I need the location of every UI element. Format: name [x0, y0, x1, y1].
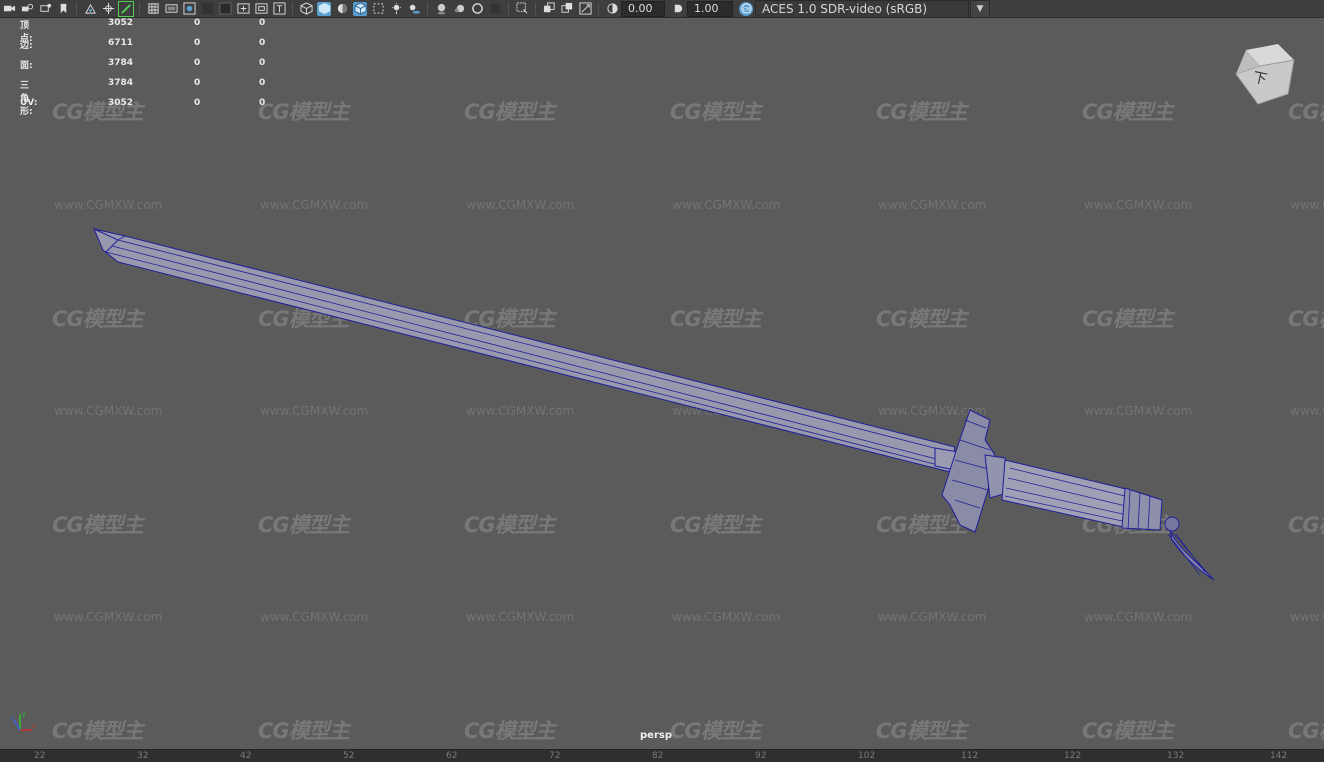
camera-name-label: persp: [640, 730, 672, 741]
hud-stat-value: 3784: [108, 58, 134, 68]
sword-handle[interactable]: [1001, 459, 1163, 531]
ruler-tick-label: 72: [549, 751, 561, 761]
ruler-tick-label: 42: [240, 751, 252, 761]
ruler-tick-label: 132: [1167, 751, 1185, 761]
hud-stat-label: 面:: [20, 61, 33, 71]
hud-stat-value: 0: [259, 98, 266, 108]
sword-blade[interactable]: [93, 228, 959, 473]
hud-stat-value: 6711: [108, 38, 134, 48]
axis-x-label: x: [32, 723, 36, 730]
hud-stat-value: 0: [194, 98, 201, 108]
ruler-tick-label: 62: [446, 751, 458, 761]
ruler-tick-label: 122: [1064, 751, 1082, 761]
hud-stat-value: 0: [194, 58, 201, 68]
hud-stat-label: UV:: [20, 98, 38, 108]
axis-gizmo: x y z: [11, 711, 36, 731]
axis-y-label: y: [22, 711, 26, 718]
ruler-tick-label: 92: [755, 751, 767, 761]
hud-stat-value: 0: [259, 58, 266, 68]
ruler-tick-label: 142: [1270, 751, 1288, 761]
axis-z-label: z: [11, 715, 14, 722]
hud-stat-value: 3052: [108, 98, 134, 108]
hud-stat-value: 0: [194, 18, 201, 28]
sword-guard[interactable]: [941, 409, 1011, 533]
viewcube[interactable]: 下: [1232, 42, 1296, 108]
hud-stat-value: 0: [259, 38, 266, 48]
sword-model[interactable]: [0, 0, 1324, 762]
hud-stat-value: 0: [194, 38, 201, 48]
hud-stat-value: 3052: [108, 18, 134, 28]
hud-stat-value: 3784: [108, 78, 134, 88]
time-ruler[interactable]: 22 32 42 52 62 72 82 92 102 112 122 132 142: [0, 749, 1324, 762]
hud-stat-value: 0: [259, 78, 266, 88]
hud-stat-label: 边:: [20, 41, 33, 51]
ruler-tick-label: 112: [961, 751, 979, 761]
ruler-tick-label: 52: [343, 751, 355, 761]
ruler-tick-label: 32: [137, 751, 149, 761]
ruler-tick-label: 102: [858, 751, 876, 761]
hud-stat-value: 0: [194, 78, 201, 88]
maya-viewport-window: 0.00 1.00 CM ACES 1.0 SDR-video (sRGB) ▼…: [0, 0, 1324, 762]
ruler-tick-label: 82: [652, 751, 664, 761]
hud-stat-value: 0: [259, 18, 266, 28]
ruler-tick-label: 22: [34, 751, 46, 761]
sword-tassel[interactable]: [1164, 516, 1215, 581]
